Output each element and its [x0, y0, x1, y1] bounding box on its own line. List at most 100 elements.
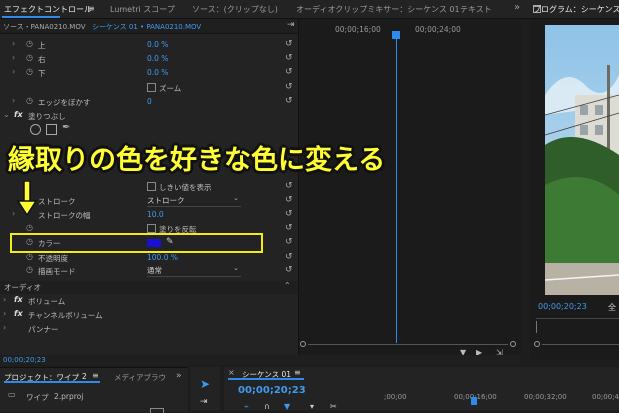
stopwatch-icon[interactable]: ◷: [26, 252, 33, 261]
sequence-timecode[interactable]: 00;00;20;23: [238, 385, 306, 396]
reset-icon[interactable]: ↺: [285, 195, 293, 205]
marker-icon[interactable]: ▾: [310, 402, 314, 411]
expand-twirl-icon[interactable]: ›: [12, 67, 15, 76]
wrench-icon[interactable]: ✂: [330, 402, 337, 411]
ellipse-mask-icon[interactable]: [30, 124, 41, 135]
tab-media-browser[interactable]: メディアブラウ: [114, 372, 166, 383]
program-scroll-handle[interactable]: [534, 341, 540, 347]
fx-icon[interactable]: fx: [14, 110, 23, 119]
expand-twirl-icon[interactable]: ›: [3, 309, 6, 318]
stopwatch-icon[interactable]: ◷: [26, 223, 33, 232]
reset-icon[interactable]: ↺: [285, 39, 293, 49]
stroke-dropdown[interactable]: ストローク ⌄: [147, 194, 241, 207]
tab-program-monitor[interactable]: プログラム：シーケンス 01: [533, 4, 619, 15]
scroll-handle-left[interactable]: [300, 341, 306, 347]
invert-fill-checkbox[interactable]: [147, 224, 156, 233]
reset-icon[interactable]: ↺: [285, 223, 293, 233]
opacity-value[interactable]: 100.0 %: [147, 253, 178, 262]
panel-menu-icon[interactable]: ≡: [88, 4, 95, 13]
close-icon[interactable]: ×: [228, 368, 235, 377]
show-threshold-checkbox[interactable]: [147, 182, 156, 191]
reset-icon[interactable]: ↺: [285, 237, 293, 247]
reset-icon[interactable]: ↺: [285, 82, 293, 92]
rectangle-mask-icon[interactable]: [46, 124, 57, 135]
zoom-checkbox[interactable]: [147, 83, 156, 92]
tab-source[interactable]: ソース：(クリップなし): [192, 4, 278, 15]
play-only-audio-icon[interactable]: ⇥: [287, 20, 295, 30]
effect-controls-timeline[interactable]: 00;00;16;00 00;00;24;00: [298, 19, 521, 355]
property-value[interactable]: 0.0 %: [147, 68, 168, 77]
snap-icon[interactable]: ⌁: [244, 402, 249, 411]
playhead-line[interactable]: [396, 33, 397, 343]
blend-mode-dropdown[interactable]: 通常 ⌄: [147, 264, 241, 277]
stopwatch-icon[interactable]: ◷: [26, 67, 33, 76]
program-time-ruler[interactable]: [536, 318, 619, 335]
reset-icon[interactable]: ↺: [285, 53, 293, 63]
stopwatch-icon[interactable]: ◷: [26, 265, 33, 274]
expand-twirl-icon[interactable]: ›: [12, 209, 15, 218]
effect-row-panner: › パンナー: [0, 323, 298, 336]
stopwatch-icon[interactable]: ◷: [26, 96, 33, 105]
source-clip-label[interactable]: ソース・PANA0210.MOV: [3, 22, 86, 32]
property-value[interactable]: 0: [147, 97, 152, 106]
expand-twirl-icon[interactable]: ›: [12, 53, 15, 62]
collapse-up-icon[interactable]: ⌃: [284, 281, 291, 290]
expand-twirl-icon[interactable]: ›: [3, 295, 6, 304]
ec-footer-timecode[interactable]: 00;00;20;23: [3, 356, 46, 364]
linked-selection-icon[interactable]: ∩: [264, 402, 270, 411]
selection-tool-icon[interactable]: ➤: [200, 377, 210, 391]
zoom-label: ズーム: [159, 84, 182, 93]
chevron-down-icon: ⌄: [233, 264, 239, 272]
effect-row-volume: › fx ボリューム: [0, 295, 298, 308]
expand-twirl-icon[interactable]: ›: [12, 39, 15, 48]
sequence-playhead[interactable]: [471, 397, 477, 405]
fit-dropdown[interactable]: 全: [608, 302, 616, 313]
property-value[interactable]: 0.0 %: [147, 40, 168, 49]
active-tab-indicator: [228, 378, 304, 380]
fx-icon[interactable]: fx: [14, 309, 23, 318]
reset-icon[interactable]: ↺: [285, 265, 293, 275]
stopwatch-icon[interactable]: ◷: [26, 39, 33, 48]
effect-label: 塗りつぶし: [28, 112, 66, 121]
stroke-width-value[interactable]: 10.0: [147, 210, 164, 219]
collapse-twirl-icon[interactable]: ⌄: [3, 110, 10, 119]
program-video-frame[interactable]: [545, 25, 619, 295]
property-value[interactable]: 0.0 %: [147, 54, 168, 63]
reset-icon[interactable]: ↺: [285, 67, 293, 77]
ruler-label: ;00;00: [384, 393, 407, 401]
reset-icon[interactable]: ↺: [285, 252, 293, 262]
tab-text[interactable]: テキスト: [460, 4, 492, 15]
fx-icon[interactable]: fx: [14, 295, 23, 304]
tab-effect-controls[interactable]: エフェクトコントロール: [4, 4, 92, 15]
more-tabs-icon[interactable]: »: [514, 2, 520, 13]
scroll-handle-right[interactable]: [510, 341, 516, 347]
highlight-box: [10, 233, 263, 253]
more-tabs-icon[interactable]: »: [176, 371, 182, 381]
project-panel: プロジェクト：ワイプ 2 ≡ メディアブラウ » ▭ ワイプ 2.prproj: [0, 367, 188, 413]
property-label: 上: [38, 41, 46, 50]
reset-icon[interactable]: ↺: [285, 181, 293, 191]
effect-label: ボリューム: [28, 297, 66, 306]
track-select-tool-icon[interactable]: ⇥: [200, 397, 208, 407]
project-count: 2: [82, 372, 87, 381]
reset-icon[interactable]: ↺: [285, 96, 293, 106]
pen-mask-icon[interactable]: ✒: [62, 122, 70, 133]
ec-horizontal-scrollbar[interactable]: [300, 341, 518, 347]
stopwatch-icon[interactable]: ◷: [26, 53, 33, 62]
tab-lumetri-scopes[interactable]: Lumetri スコープ: [110, 4, 175, 15]
effect-label: チャンネルボリューム: [28, 311, 103, 320]
panel-menu-icon[interactable]: ≡: [294, 368, 301, 377]
property-label: 下: [38, 69, 46, 78]
add-marker-icon[interactable]: ▼: [284, 402, 290, 411]
tab-audio-clip-mixer[interactable]: オーディオクリップミキサー：シーケンス 01: [296, 4, 460, 15]
sequence-clip-label[interactable]: シーケンス 01 • PANA0210.MOV: [92, 22, 201, 32]
program-timecode[interactable]: 00;00;20;23: [538, 302, 587, 311]
playhead-handle[interactable]: [392, 31, 400, 39]
video-scene-image: [545, 25, 619, 295]
expand-twirl-icon[interactable]: ›: [3, 323, 6, 332]
panel-menu-icon[interactable]: ≡: [92, 371, 99, 380]
property-row-feather: › ◷ エッジをぼかす 0 ↺: [0, 96, 298, 109]
show-threshold-label: しきい値を表示: [159, 183, 212, 192]
reset-icon[interactable]: ↺: [285, 209, 293, 219]
expand-twirl-icon[interactable]: ›: [12, 96, 15, 105]
